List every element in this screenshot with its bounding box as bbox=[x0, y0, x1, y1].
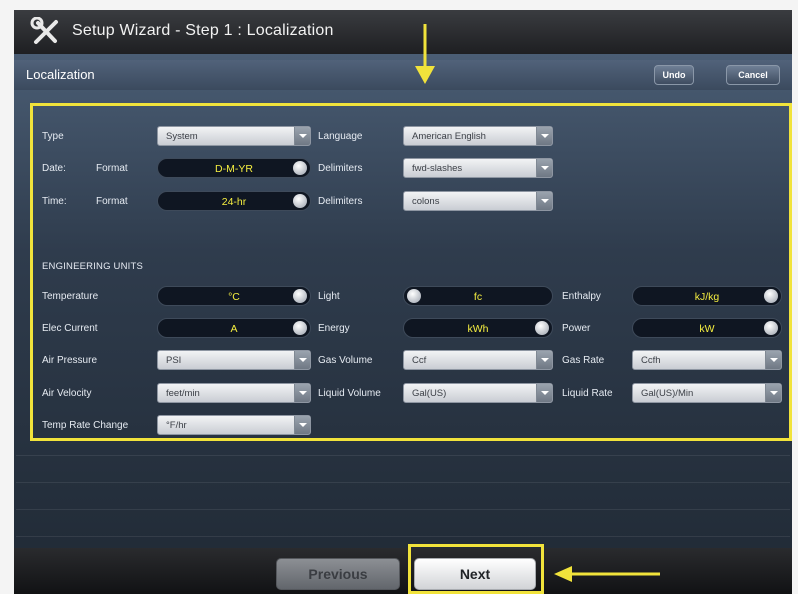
air-pressure-label: Air Pressure bbox=[42, 355, 98, 366]
air-pressure-value: PSI bbox=[166, 355, 182, 366]
type-label: Type bbox=[42, 131, 64, 142]
liquid-volume-dropdown[interactable]: Gal(US) bbox=[403, 383, 553, 403]
air-velocity-value: feet/min bbox=[166, 388, 200, 399]
chevron-down-icon bbox=[536, 384, 552, 402]
divider bbox=[16, 455, 790, 456]
toggle-knob[interactable] bbox=[764, 321, 778, 335]
elec-current-label: Elec Current bbox=[42, 323, 98, 334]
panel-header: Localization Undo Cancel bbox=[14, 60, 792, 90]
window-title: Setup Wizard - Step 1 : Localization bbox=[72, 22, 334, 39]
temp-rate-change-label: Temp Rate Change bbox=[42, 420, 129, 431]
light-label: Light bbox=[318, 291, 340, 302]
date-label: Date: bbox=[42, 163, 66, 174]
air-pressure-dropdown[interactable]: PSI bbox=[157, 350, 311, 370]
chevron-down-icon bbox=[294, 351, 310, 369]
power-value: kW bbox=[699, 323, 715, 335]
date-delimiters-label: Delimiters bbox=[318, 163, 363, 174]
time-format-value: 24-hr bbox=[221, 196, 247, 208]
time-delimiters-dropdown[interactable]: colons bbox=[403, 191, 553, 211]
time-format-label: Format bbox=[96, 196, 128, 207]
date-delimiters-dropdown[interactable]: fwd-slashes bbox=[403, 158, 553, 178]
panel-title: Localization bbox=[26, 67, 95, 82]
gas-volume-value: Ccf bbox=[412, 355, 427, 366]
divider bbox=[16, 536, 790, 537]
power-toggle[interactable]: kW bbox=[632, 318, 782, 338]
divider bbox=[16, 482, 790, 483]
gas-volume-label: Gas Volume bbox=[318, 355, 373, 366]
next-highlight-frame bbox=[408, 544, 544, 594]
type-dropdown[interactable]: System bbox=[157, 126, 311, 146]
time-format-toggle[interactable]: 24-hr bbox=[157, 191, 311, 211]
time-label: Time: bbox=[42, 196, 67, 207]
gas-rate-label: Gas Rate bbox=[562, 355, 605, 366]
temperature-label: Temperature bbox=[42, 291, 99, 302]
type-value: System bbox=[166, 131, 198, 142]
tools-icon bbox=[30, 17, 58, 44]
date-format-toggle[interactable]: D-M-YR bbox=[157, 158, 311, 178]
liquid-rate-label: Liquid Rate bbox=[562, 388, 613, 399]
elec-current-value: A bbox=[230, 323, 238, 335]
power-label: Power bbox=[562, 323, 591, 334]
temperature-value: °C bbox=[228, 291, 240, 303]
liquid-rate-dropdown[interactable]: Gal(US)/Min bbox=[632, 383, 782, 403]
energy-toggle[interactable]: kWh bbox=[403, 318, 553, 338]
chevron-down-icon bbox=[536, 351, 552, 369]
language-dropdown[interactable]: American English bbox=[403, 126, 553, 146]
air-velocity-label: Air Velocity bbox=[42, 388, 92, 399]
energy-label: Energy bbox=[318, 323, 350, 334]
enthalpy-value: kJ/kg bbox=[694, 291, 720, 303]
gas-volume-dropdown[interactable]: Ccf bbox=[403, 350, 553, 370]
toggle-knob[interactable] bbox=[293, 321, 307, 335]
toggle-knob[interactable] bbox=[293, 194, 307, 208]
date-format-value: D-M-YR bbox=[215, 163, 253, 175]
toggle-knob[interactable] bbox=[535, 321, 549, 335]
toggle-knob[interactable] bbox=[293, 289, 307, 303]
temp-rate-change-value: °F/hr bbox=[166, 420, 187, 431]
light-toggle[interactable]: fc bbox=[403, 286, 553, 306]
gas-rate-value: Ccfh bbox=[641, 355, 661, 366]
chevron-down-icon bbox=[765, 384, 781, 402]
date-format-label: Format bbox=[96, 163, 128, 174]
arrow-left-icon bbox=[554, 566, 660, 582]
toggle-knob[interactable] bbox=[293, 161, 307, 175]
gas-rate-dropdown[interactable]: Ccfh bbox=[632, 350, 782, 370]
temperature-toggle[interactable]: °C bbox=[157, 286, 311, 306]
chevron-down-icon bbox=[765, 351, 781, 369]
divider bbox=[16, 509, 790, 510]
liquid-rate-value: Gal(US)/Min bbox=[641, 388, 694, 399]
time-delimiters-label: Delimiters bbox=[318, 196, 363, 207]
previous-button[interactable]: Previous bbox=[276, 558, 400, 590]
date-delimiters-value: fwd-slashes bbox=[412, 163, 463, 174]
light-value: fc bbox=[473, 291, 483, 303]
liquid-volume-value: Gal(US) bbox=[412, 388, 447, 399]
energy-value: kWh bbox=[467, 323, 489, 335]
chevron-down-icon bbox=[536, 159, 552, 177]
chevron-down-icon bbox=[536, 192, 552, 210]
air-velocity-dropdown[interactable]: feet/min bbox=[157, 383, 311, 403]
engineering-units-heading: ENGINEERING UNITS bbox=[42, 261, 144, 272]
window-titlebar: Setup Wizard - Step 1 : Localization bbox=[14, 10, 792, 54]
chevron-down-icon bbox=[536, 127, 552, 145]
setup-wizard-screen: Setup Wizard - Step 1 : Localization Loc… bbox=[0, 0, 798, 594]
temp-rate-change-dropdown[interactable]: °F/hr bbox=[157, 415, 311, 435]
chevron-down-icon bbox=[294, 127, 310, 145]
chevron-down-icon bbox=[294, 416, 310, 434]
chevron-down-icon bbox=[294, 384, 310, 402]
cancel-button[interactable]: Cancel bbox=[726, 65, 780, 85]
time-delimiters-value: colons bbox=[412, 196, 440, 207]
arrow-down-icon bbox=[415, 24, 435, 84]
enthalpy-toggle[interactable]: kJ/kg bbox=[632, 286, 782, 306]
wizard-footer bbox=[14, 548, 792, 594]
undo-button[interactable]: Undo bbox=[654, 65, 694, 85]
language-label: Language bbox=[318, 131, 363, 142]
liquid-volume-label: Liquid Volume bbox=[318, 388, 381, 399]
toggle-knob[interactable] bbox=[764, 289, 778, 303]
enthalpy-label: Enthalpy bbox=[562, 291, 601, 302]
language-value: American English bbox=[412, 131, 486, 142]
elec-current-toggle[interactable]: A bbox=[157, 318, 311, 338]
